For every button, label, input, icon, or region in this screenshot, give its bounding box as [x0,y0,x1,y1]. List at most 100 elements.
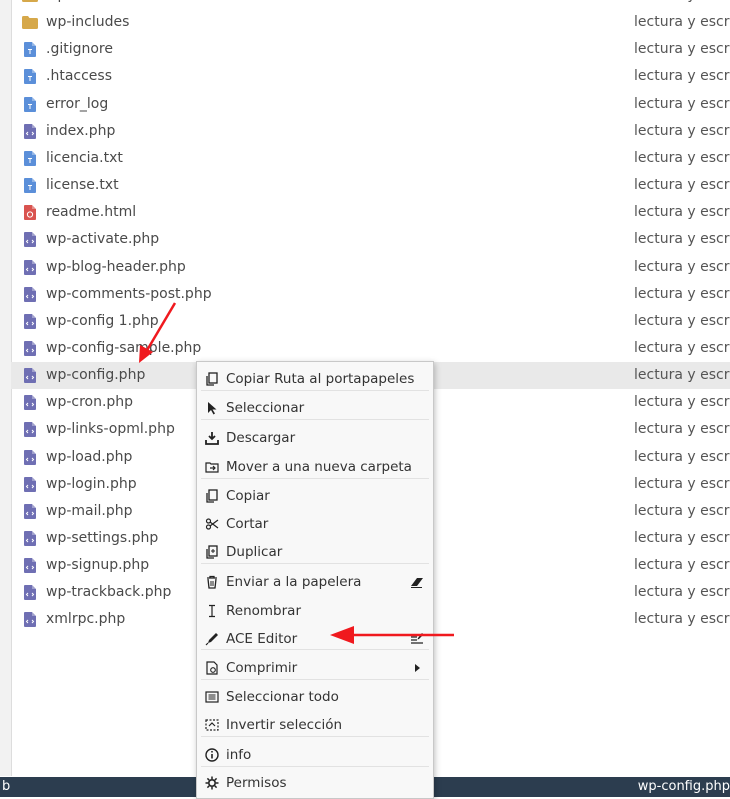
file-row[interactable]: wp-blog-header.php lectura y escritura [11,254,730,281]
php-file-icon [24,368,36,384]
file-permissions: lectura y escritura [634,149,730,166]
text-cursor-icon [205,604,219,618]
status-bar-left: b [2,779,11,794]
file-row[interactable]: license.txt lectura y escritura [11,172,730,199]
file-name: index.php [46,122,116,139]
file-row[interactable]: wp-config-sample.php lectura y escritura [11,335,730,362]
file-row[interactable]: wp-activate.php lectura y escritura [11,226,730,253]
context-menu: Copiar Ruta al portapapeles Seleccionar De… [196,361,434,799]
menu-item-copiar[interactable]: Copiar [197,485,433,509]
menu-item-info[interactable]: info [197,744,433,768]
file-permissions: lectura y escritura [634,95,730,112]
menu-item-seleccionar-todo[interactable]: Seleccionar todo [197,686,433,710]
pen-icon [205,632,219,646]
menu-item-label: Descargar [226,430,296,446]
file-name: wp-includes [46,14,130,31]
menu-item-label: Cortar [226,516,269,532]
menu-item-permisos[interactable]: Permisos [197,772,433,796]
file-name: wp-settings.php [46,530,159,546]
file-permissions: lectura y escritura [634,122,730,139]
file-name: wp-signup.php [46,557,150,574]
folder-icon [22,0,38,4]
file-permissions: lectura y escritura [634,231,730,248]
file-permissions: lectura y escritura [634,394,730,411]
menu-item-label: Copiar Ruta al portapapeles [226,371,415,387]
file-row[interactable]: wp-includes lectura y escritura [11,9,730,36]
file-name: error_log [46,95,109,112]
file-name: wp-mail.php [46,502,133,519]
file-permissions: lectura y escritura [634,312,730,329]
file-row[interactable]: .htaccess lectura y escritura [11,63,730,90]
file-permissions: lectura y escritura [634,285,730,302]
file-name: .htaccess [46,68,112,85]
html-file-icon [24,205,36,221]
file-name: licencia.txt [46,149,123,166]
file-permissions: lectura y escritura [634,68,730,85]
file-name: wp-config.php [46,367,146,384]
file-row[interactable]: index.php lectura y escritura [11,118,730,145]
status-bar-selected-file: wp-config.php [637,779,730,794]
gear-icon [205,776,219,790]
menu-item-seleccionar[interactable]: Seleccionar [197,397,433,421]
info-icon [205,748,219,762]
file-name: readme.html [46,204,137,221]
menu-item-mover-a-una-nueva-carpeta[interactable]: Mover a una nueva carpeta [197,456,433,480]
file-name: wp-blog-header.php [46,258,186,275]
menu-item-label: info [226,747,252,763]
file-permissions: lectura y escritura [634,421,730,438]
php-file-icon [24,395,36,411]
menu-item-ace-editor[interactable]: ACE Editor [197,628,433,652]
menu-item-label: Mover a una nueva carpeta [226,459,412,475]
text-file-icon [24,96,36,112]
file-name: wp-comments-post.php [46,285,212,302]
file-name: wp-activate.php [46,231,160,248]
copy-icon [205,372,219,386]
menu-item-invertir-selecci-n[interactable]: Invertir selección [197,714,433,738]
download-icon [205,431,219,445]
trash-icon [205,575,219,589]
menu-item-duplicar[interactable]: Duplicar [197,541,433,565]
archive-icon [205,661,219,675]
file-row[interactable]: error_log lectura y escritura [11,91,730,118]
edit-lines-icon [410,632,424,646]
menu-item-descargar[interactable]: Descargar [197,427,433,451]
menu-item-renombrar[interactable]: Renombrar [197,600,433,624]
file-permissions: lectura y escritura [634,14,730,31]
file-permissions: lectura y escritura [634,530,730,546]
menu-item-label: Duplicar [226,544,283,560]
file-name: xmlrpc.php [46,611,126,628]
menu-item-label: Comprimir [226,660,298,676]
file-name: wp-links-opml.php [46,421,175,438]
file-row[interactable]: wp-content lectura y escritura [11,0,730,9]
folder-icon [22,16,38,31]
file-name: wp-load.php [46,448,133,465]
php-file-icon [24,422,36,438]
php-file-icon [24,585,36,601]
file-row[interactable]: .gitignore lectura y escritura [11,36,730,63]
file-permissions: lectura y escritura [634,502,730,519]
php-file-icon [24,232,36,248]
file-row[interactable]: licencia.txt lectura y escritura [11,145,730,172]
php-file-icon [24,476,36,492]
file-row[interactable]: readme.html lectura y escritura [11,199,730,226]
file-permissions: lectura y escritura [634,557,730,574]
file-permissions: lectura y escritura [634,584,730,601]
file-row[interactable]: wp-config 1.php lectura y escritura [11,308,730,335]
menu-item-enviar-a-la-papelera[interactable]: Enviar a la papelera [197,571,433,595]
file-permissions: lectura y escritura [634,0,730,3]
menu-item-label: ACE Editor [226,631,298,647]
menu-item-copiar-ruta-al-portapapeles[interactable]: Copiar Ruta al portapapeles [197,368,433,392]
menu-item-label: Permisos [226,775,287,791]
php-file-icon [24,531,36,546]
file-row[interactable]: wp-comments-post.php lectura y escritura [11,281,730,308]
file-name: .gitignore [46,41,113,58]
cursor-icon [205,401,219,415]
file-permissions: lectura y escritura [634,448,730,465]
duplicate-icon [205,545,219,559]
menu-item-comprimir[interactable]: Comprimir [197,657,433,681]
menu-item-label: Copiar [226,488,270,504]
menu-item-cortar[interactable]: Cortar [197,513,433,537]
eraser-icon [410,575,424,589]
file-permissions: lectura y escritura [634,339,730,356]
copy-icon [205,489,219,503]
